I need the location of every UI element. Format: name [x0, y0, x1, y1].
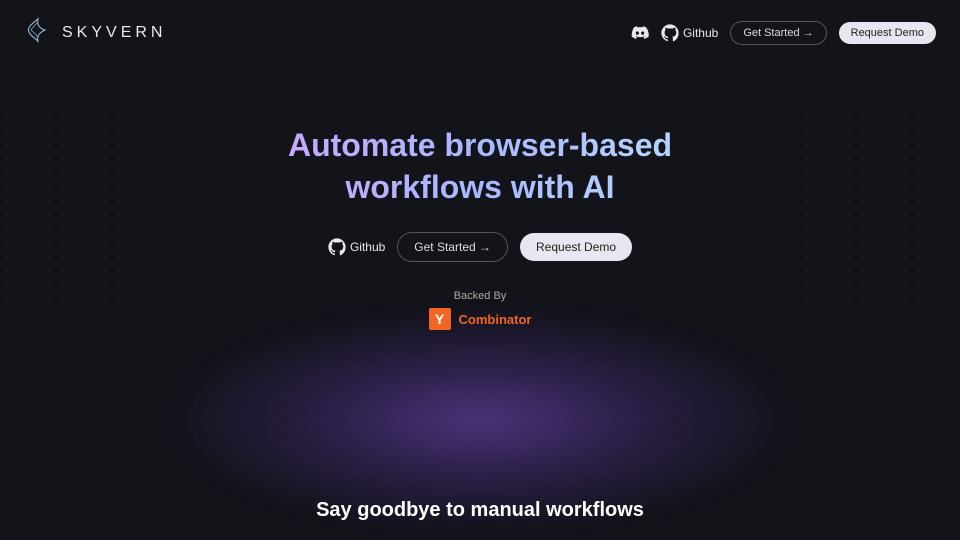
hero-get-started-button[interactable]: Get Started → [397, 232, 508, 262]
header: SKYVERN Github Get Started → Request Dem… [0, 0, 960, 65]
github-link[interactable]: Github [661, 24, 718, 42]
ycombinator-badge-icon: Y [429, 308, 451, 330]
tagline: Say goodbye to manual workflows [0, 499, 960, 522]
hero-request-demo-button[interactable]: Request Demo [520, 233, 632, 261]
github-label: Github [683, 26, 718, 40]
brand-name: SKYVERN [62, 24, 166, 42]
hero-glow [170, 310, 790, 530]
discord-icon[interactable] [631, 24, 649, 42]
top-nav: Github Get Started → Request Demo [631, 21, 936, 45]
skyvern-logo-icon [24, 16, 52, 49]
hero-github-link[interactable]: Github [328, 238, 385, 256]
github-icon [661, 24, 679, 42]
backed-label: Backed By [0, 290, 960, 302]
backed-by: Backed By Y Combinator [0, 290, 960, 330]
logo[interactable]: SKYVERN [24, 16, 166, 49]
hero-github-label: Github [350, 240, 385, 254]
get-started-button[interactable]: Get Started → [730, 21, 826, 45]
hero-actions: Github Get Started → Request Demo [0, 232, 960, 262]
yc-row: Y Combinator [0, 308, 960, 330]
ycombinator-text: Combinator [459, 312, 532, 327]
hero: Automate browser-based workflows with AI… [0, 125, 960, 330]
hero-headline: Automate browser-based workflows with AI [270, 125, 690, 208]
github-icon [328, 238, 346, 256]
request-demo-button[interactable]: Request Demo [839, 22, 936, 44]
